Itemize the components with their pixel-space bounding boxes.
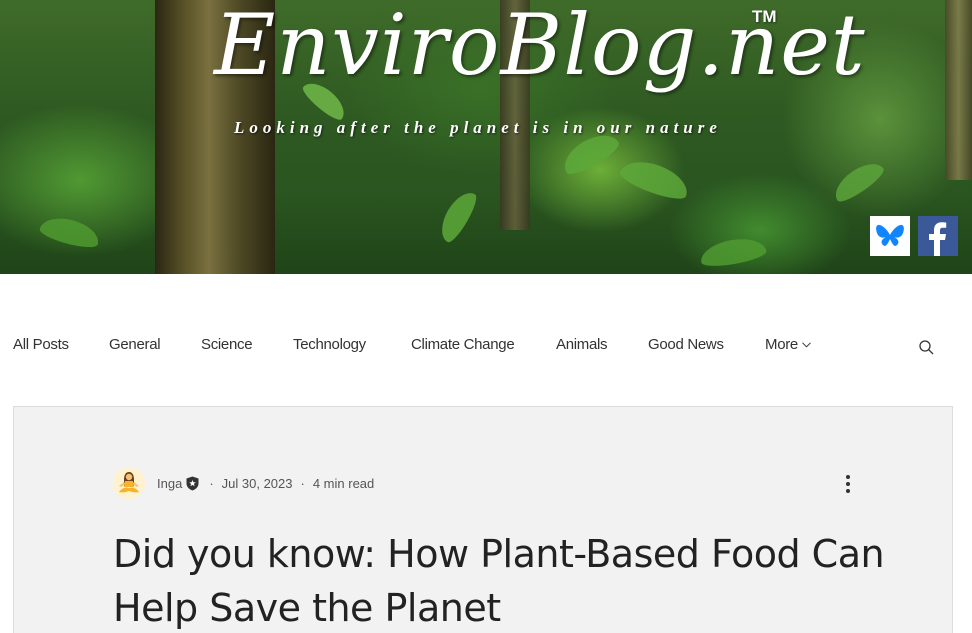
post-card[interactable]: Inga · Jul 30, 2023 · 4 min read Did you… (13, 406, 953, 633)
facebook-link[interactable] (918, 216, 958, 256)
leaf-decoration (828, 155, 888, 207)
tree-trunk-decoration (945, 0, 972, 180)
nav-item-general[interactable]: General (109, 336, 161, 353)
meta-separator: · (209, 475, 214, 491)
more-vertical-icon (846, 475, 850, 479)
search-icon (919, 340, 934, 355)
post-date: Jul 30, 2023 (221, 475, 293, 491)
bluesky-link[interactable] (870, 216, 910, 256)
leaf-decoration (37, 212, 103, 252)
search-button[interactable] (918, 339, 936, 357)
read-time: 4 min read (312, 475, 375, 491)
nav-item-animals[interactable]: Animals (556, 336, 608, 353)
post-menu-button[interactable] (840, 474, 856, 494)
author-name[interactable]: Inga (157, 476, 182, 491)
meditation-avatar-icon (113, 467, 145, 499)
meta-separator: · (300, 475, 305, 491)
leaf-decoration (617, 153, 693, 205)
header-banner: EnviroBlog.net TM Looking after the plan… (0, 0, 972, 274)
nav-item-climate-change[interactable]: Climate Change (411, 336, 515, 353)
admin-badge-icon (186, 476, 199, 490)
nav-item-good-news[interactable]: Good News (648, 336, 724, 353)
category-nav: All Posts General Science Technology Cli… (0, 330, 972, 360)
nav-more-label: More (765, 336, 798, 353)
blog-page: EnviroBlog.net TM Looking after the plan… (0, 0, 972, 633)
facebook-f-icon (929, 222, 947, 256)
more-vertical-icon (846, 489, 850, 493)
trademark-mark: TM (752, 7, 777, 26)
site-tagline: Looking after the planet is in our natur… (234, 118, 722, 137)
nav-more-dropdown[interactable]: More (765, 336, 811, 353)
leaf-decoration (434, 186, 481, 246)
nav-item-science[interactable]: Science (201, 336, 253, 353)
nav-item-technology[interactable]: Technology (293, 336, 366, 353)
more-vertical-icon (846, 482, 850, 486)
chevron-down-icon (802, 341, 811, 348)
nav-item-all-posts[interactable]: All Posts (13, 336, 69, 353)
post-title[interactable]: Did you know: How Plant-Based Food Can H… (113, 527, 893, 633)
author-avatar[interactable] (113, 467, 145, 499)
butterfly-icon (876, 224, 904, 246)
post-meta: Inga · Jul 30, 2023 · 4 min read (113, 467, 374, 499)
leaf-decoration (698, 234, 768, 270)
